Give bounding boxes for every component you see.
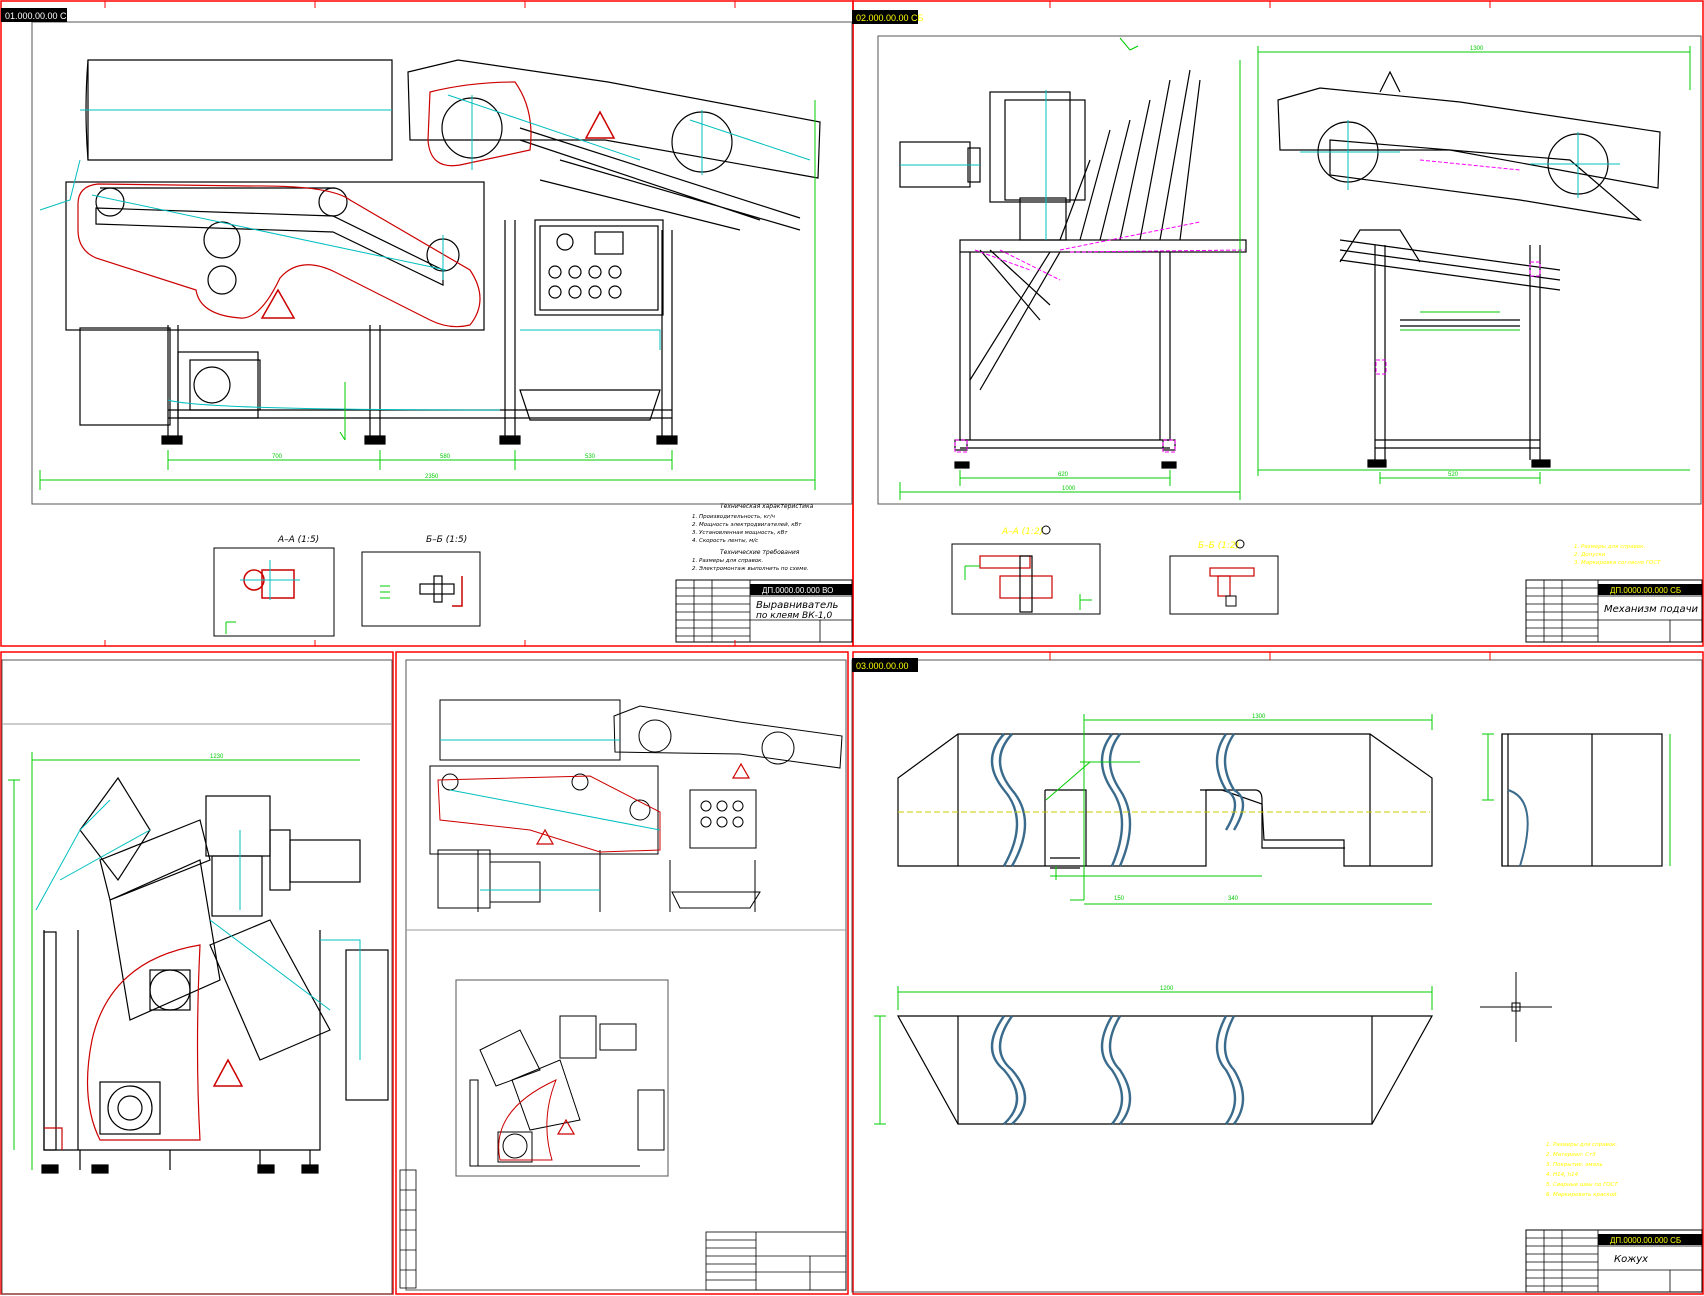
note: 3. Покрытие: эмаль xyxy=(1546,1162,1603,1168)
sheet2-front-dimensions xyxy=(1257,46,1691,484)
sheet1-code: ДП.0000.00.000 ВО xyxy=(762,586,833,595)
sheet1-axes xyxy=(39,94,811,411)
sheet2-side-axes xyxy=(900,90,1047,240)
sheet1-dim-label: 2350 xyxy=(425,474,439,480)
sheet3-title: Кожух xyxy=(1614,1254,1648,1265)
sheet3-code: ДП.0000.00.000 СБ xyxy=(1610,1236,1681,1245)
sheet4-dim-label: 1230 xyxy=(210,754,224,760)
sheet1-title: Выравниватель xyxy=(756,600,839,611)
drawing-canvas: 01.000.00.00 СБ 02.000.00.00 СБ 03.000.0… xyxy=(0,0,1704,1295)
sheet5-lower-frame xyxy=(455,979,669,1177)
note: 5. Сварные швы по ГОСТ xyxy=(1546,1182,1618,1188)
sheet3-notes: 1. Размеры для справок. 2. Материал: Ст3… xyxy=(1546,1142,1618,1198)
sheet1-subtitle: по клеям ВК-1,0 xyxy=(756,611,832,621)
sheet4-highlights xyxy=(44,944,201,1150)
sheet2-section-a: А–А (1:2) xyxy=(951,525,1101,615)
sheet2-front-axes xyxy=(1300,120,1620,198)
sheet2-front-view xyxy=(1277,70,1661,468)
sheet3-dim-label: 340 xyxy=(1228,896,1239,902)
req-note: 2. Электромонтаж выполнить по схеме. xyxy=(692,566,809,572)
sheet4-dimensions xyxy=(8,752,360,1170)
sheet3-breaks xyxy=(990,733,1245,867)
sheet3-title-block: ДП.0000.00.000 СБ Кожух xyxy=(1525,1229,1703,1293)
sheet3-top-view xyxy=(897,733,1433,869)
sheet2-dim-label: 1000 xyxy=(1062,486,1076,492)
note: 1. Размеры для справок. xyxy=(1546,1142,1618,1148)
note: 2. Допуски xyxy=(1574,552,1606,558)
tech-note: 4. Скорость ленты, м/с xyxy=(692,538,758,544)
sheet-tags: 01.000.00.00 СБ 02.000.00.00 СБ 03.000.0… xyxy=(1,8,924,672)
sheet3-dim-label: 1200 xyxy=(1160,986,1174,992)
req-title: Технические требования xyxy=(720,549,800,556)
sheet3-side-view xyxy=(1501,733,1663,867)
section-b-label: Б–Б (1:2) xyxy=(1198,541,1239,551)
note: 2. Материал: Ст3 xyxy=(1546,1152,1596,1158)
tech-note: 2. Мощность электродвигателей, кВт xyxy=(692,522,802,528)
sheet5-mini-assembly xyxy=(429,699,843,912)
section-a-label: А–А (1:5) xyxy=(277,535,319,545)
req-note: 1. Размеры для справок. xyxy=(692,558,764,564)
sheet2-code: ДП.0000.00.000 СБ xyxy=(1610,586,1681,595)
sheet2-side-aux xyxy=(954,221,1246,453)
tech-note: 3. Установленная мощность, кВт xyxy=(692,530,788,536)
sheet2-dim-label: 520 xyxy=(1448,472,1459,478)
sheet1-dim-label: 580 xyxy=(440,454,451,460)
sheet3-dim-label: 1300 xyxy=(1252,714,1266,720)
sheet1-section-b: Б–Б (1:5) xyxy=(361,535,481,627)
sheet2-title: Механизм подачи xyxy=(1604,604,1699,615)
tech-note: 1. Производительность, кг/ч xyxy=(692,514,776,520)
sheet5-axes xyxy=(440,739,661,891)
sheet1-section-a: А–А (1:5) xyxy=(213,535,335,637)
sheet3-dim-label: 150 xyxy=(1114,896,1125,902)
sheet2-section-b: Б–Б (1:2) xyxy=(1169,539,1279,615)
warning-icon xyxy=(212,1058,244,1087)
sheet2-title-block: ДП.0000.00.000 СБ Механизм подачи xyxy=(1525,579,1703,643)
sheet1-title-block: ДП.0000.00.000 ВО Выравниватель по клеям… xyxy=(675,579,853,643)
sheet1-dim-label: 530 xyxy=(585,454,596,460)
sheet3-front-breaks xyxy=(990,1015,1245,1125)
sheet4-side-view xyxy=(41,776,389,1174)
sheet3-front-view xyxy=(896,1015,1434,1125)
sheet3-top-dimensions xyxy=(1045,714,1433,905)
sheet2-side-view xyxy=(899,69,1247,469)
sheet3-side-dimensions xyxy=(1482,733,1671,866)
section-b-label: Б–Б (1:5) xyxy=(426,535,467,545)
sheet1-tag: 01.000.00.00 СБ xyxy=(5,11,73,21)
note: 4. H14, h14 xyxy=(1546,1172,1579,1178)
sheet2-notes: 1. Размеры для справок. 2. Допуски 3. Ма… xyxy=(1574,544,1661,566)
sheet2-tag: 02.000.00.00 СБ xyxy=(856,13,924,23)
note: 3. Маркировка согласно ГОСТ xyxy=(1574,560,1661,566)
section-a-label: А–А (1:2) xyxy=(1001,527,1043,537)
sheet1-highlights xyxy=(77,81,532,328)
tech-title: Техническая характеристика xyxy=(720,503,814,510)
sheet1-dimensions xyxy=(39,100,816,490)
note: 6. Маркировать краской xyxy=(1546,1192,1617,1198)
crosshair-cursor-icon[interactable] xyxy=(1480,972,1552,1042)
sheet5-mini-side-red xyxy=(498,1079,557,1161)
sheet2-dim-label: 620 xyxy=(1058,472,1069,478)
sheet5-highlights xyxy=(437,775,661,853)
sheet1-tech-notes: Техническая характеристика 1. Производит… xyxy=(692,503,814,572)
sheet1-dim-label: 700 xyxy=(272,454,283,460)
sheet2-dim-label: 1300 xyxy=(1470,46,1484,52)
note: 1. Размеры для справок. xyxy=(1574,544,1646,550)
sheet5-title-block xyxy=(399,1169,847,1291)
sheet3-tag: 03.000.00.00 xyxy=(856,661,909,671)
